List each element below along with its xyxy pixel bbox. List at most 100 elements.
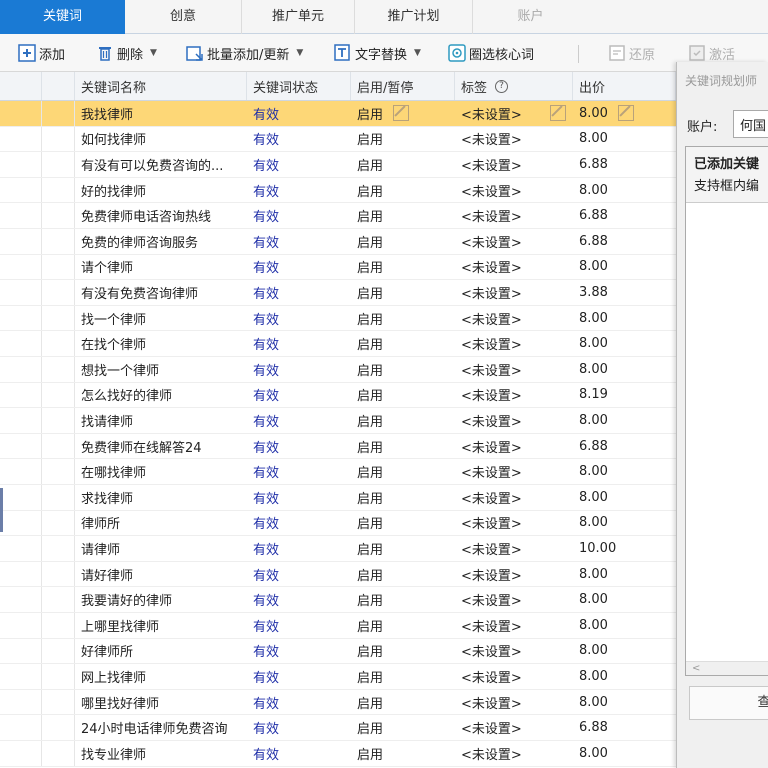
- enable-status-cell[interactable]: 启用: [351, 408, 455, 433]
- bid-cell[interactable]: 8.00: [573, 690, 676, 715]
- enable-status-cell[interactable]: 启用: [351, 690, 455, 715]
- restore-button[interactable]: 还原: [608, 41, 655, 65]
- tag-cell[interactable]: <未设置>: [455, 562, 573, 587]
- tag-cell[interactable]: <未设置>: [455, 383, 573, 408]
- keyword-name[interactable]: 24小时电话律师免费咨询: [75, 715, 247, 740]
- keyword-name[interactable]: 网上找律师: [75, 664, 247, 689]
- row-selector[interactable]: [42, 101, 75, 126]
- bid-cell[interactable]: 8.00: [573, 306, 676, 331]
- column-header-enable-pause[interactable]: 启用/暂停: [351, 72, 455, 100]
- row-selector[interactable]: [42, 382, 75, 408]
- row-selector[interactable]: [42, 536, 75, 561]
- row-selector[interactable]: [42, 715, 75, 740]
- bid-cell[interactable]: 8.00: [573, 255, 676, 280]
- row-selector[interactable]: [42, 485, 75, 510]
- tag-cell[interactable]: <未设置>: [455, 485, 573, 510]
- row-selector[interactable]: [42, 510, 75, 536]
- keyword-name[interactable]: 如何找律师: [75, 127, 247, 152]
- row-selector[interactable]: [42, 741, 75, 766]
- enable-status-cell[interactable]: 启用: [351, 511, 455, 536]
- splitter-handle[interactable]: [0, 488, 3, 532]
- bid-cell[interactable]: 8.00: [573, 485, 676, 510]
- edit-icon[interactable]: [617, 105, 634, 122]
- tag-cell[interactable]: <未设置>: [455, 127, 573, 152]
- bid-cell[interactable]: 8.00: [573, 664, 676, 689]
- keyword-name[interactable]: 免费的律师咨询服务: [75, 229, 247, 254]
- table-row[interactable]: 在找个律师 有效 启用 <未设置> 8.00: [0, 331, 676, 357]
- table-row[interactable]: 上哪里找律师 有效 启用 <未设置> 8.00: [0, 613, 676, 639]
- bid-cell[interactable]: 8.00: [573, 331, 676, 356]
- tag-cell[interactable]: <未设置>: [455, 613, 573, 638]
- bid-cell[interactable]: 10.00: [573, 536, 676, 561]
- row-selector[interactable]: [42, 254, 75, 280]
- table-row[interactable]: 免费律师电话咨询热线 有效 启用 <未设置> 6.88: [0, 203, 676, 229]
- header-checkbox-column[interactable]: [42, 72, 75, 100]
- tag-cell[interactable]: <未设置>: [455, 178, 573, 203]
- enable-status-cell[interactable]: 启用: [351, 485, 455, 510]
- bid-cell[interactable]: 6.88: [573, 434, 676, 459]
- keyword-name[interactable]: 在哪找律师: [75, 459, 247, 484]
- table-row[interactable]: 24小时电话律师免费咨询 有效 启用 <未设置> 6.88: [0, 715, 676, 741]
- row-selector[interactable]: [42, 305, 75, 331]
- account-select[interactable]: 何国: [733, 110, 768, 138]
- delete-button[interactable]: 删除 ▼: [96, 41, 157, 65]
- bid-cell[interactable]: 8.00: [573, 101, 676, 126]
- row-selector[interactable]: [42, 177, 75, 203]
- tag-cell[interactable]: <未设置>: [455, 434, 573, 459]
- tab-account[interactable]: 账户: [473, 0, 588, 34]
- bid-cell[interactable]: 6.88: [573, 715, 676, 740]
- enable-status-cell[interactable]: 启用: [351, 357, 455, 382]
- enable-status-cell[interactable]: 启用: [351, 280, 455, 305]
- bid-cell[interactable]: 8.00: [573, 613, 676, 638]
- enable-status-cell[interactable]: 启用: [351, 715, 455, 740]
- horizontal-scrollbar[interactable]: <: [686, 661, 768, 675]
- row-selector[interactable]: [42, 433, 75, 459]
- table-row[interactable]: 免费律师在线解答24 有效 启用 <未设置> 6.88: [0, 433, 676, 460]
- enable-status-cell[interactable]: 启用: [351, 562, 455, 587]
- chevron-down-icon[interactable]: ▼: [414, 48, 421, 58]
- row-selector[interactable]: [42, 408, 75, 433]
- row-selector[interactable]: [42, 613, 75, 638]
- table-row[interactable]: 哪里找好律师 有效 启用 <未设置> 8.00: [0, 689, 676, 716]
- keyword-name[interactable]: 在找个律师: [75, 331, 247, 356]
- select-core-words-button[interactable]: 圈选核心词: [448, 41, 534, 65]
- tag-cell[interactable]: <未设置>: [455, 459, 573, 484]
- bid-cell[interactable]: 6.88: [573, 152, 676, 177]
- table-row[interactable]: 请律师 有效 启用 <未设置> 10.00: [0, 536, 676, 562]
- bid-cell[interactable]: 8.00: [573, 511, 676, 536]
- table-row[interactable]: 网上找律师 有效 启用 <未设置> 8.00: [0, 664, 676, 690]
- row-selector[interactable]: [42, 689, 75, 715]
- tag-cell[interactable]: <未设置>: [455, 255, 573, 280]
- row-selector[interactable]: [42, 203, 75, 228]
- row-selector[interactable]: [42, 126, 75, 152]
- bid-cell[interactable]: 8.00: [573, 587, 676, 612]
- bid-cell[interactable]: 8.00: [573, 459, 676, 484]
- table-row[interactable]: 好的找律师 有效 启用 <未设置> 8.00: [0, 177, 676, 204]
- enable-status-cell[interactable]: 启用: [351, 536, 455, 561]
- query-button[interactable]: 查: [689, 686, 768, 720]
- tag-cell[interactable]: <未设置>: [455, 229, 573, 254]
- add-button[interactable]: 添加: [18, 41, 65, 65]
- help-icon[interactable]: ?: [495, 79, 509, 93]
- keyword-name[interactable]: 好律师所: [75, 639, 247, 664]
- table-row[interactable]: 律师所 有效 启用 <未设置> 8.00: [0, 510, 676, 537]
- table-row[interactable]: 请个律师 有效 启用 <未设置> 8.00: [0, 254, 676, 281]
- edit-icon[interactable]: [393, 105, 410, 122]
- row-selector[interactable]: [42, 280, 75, 305]
- table-row[interactable]: 找请律师 有效 启用 <未设置> 8.00: [0, 408, 676, 434]
- table-row[interactable]: 怎么找好的律师 有效 启用 <未设置> 8.19: [0, 382, 676, 409]
- enable-status-cell[interactable]: 启用: [351, 741, 455, 766]
- table-row[interactable]: 有没有可以免费咨询的... 有效 启用 <未设置> 6.88: [0, 152, 676, 178]
- keyword-name[interactable]: 请个律师: [75, 255, 247, 280]
- enable-status-cell[interactable]: 启用: [351, 434, 455, 459]
- row-selector[interactable]: [42, 229, 75, 254]
- keyword-name[interactable]: 找请律师: [75, 408, 247, 433]
- enable-status-cell[interactable]: 启用: [351, 639, 455, 664]
- tag-cell[interactable]: <未设置>: [455, 741, 573, 766]
- text-replace-button[interactable]: 文字替换 ▼: [334, 41, 421, 65]
- keyword-name[interactable]: 律师所: [75, 511, 247, 536]
- row-selector[interactable]: [42, 664, 75, 689]
- bid-cell[interactable]: 8.00: [573, 562, 676, 587]
- keyword-name[interactable]: 找专业律师: [75, 741, 247, 766]
- keyword-name[interactable]: 有没有免费咨询律师: [75, 280, 247, 305]
